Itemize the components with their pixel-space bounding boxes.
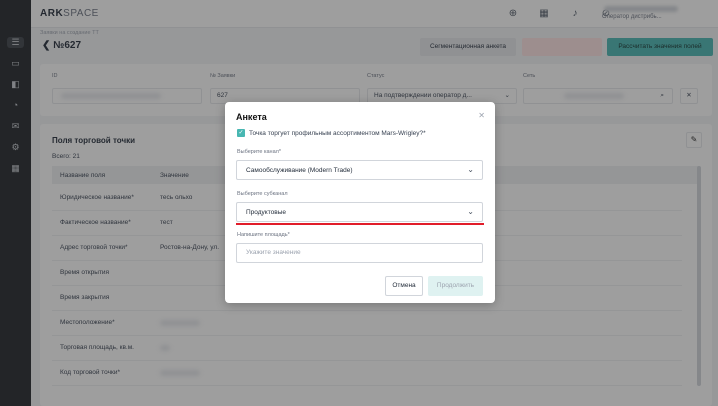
channel-select[interactable]: Самообслуживание (Modern Trade) ⌄ (236, 160, 483, 180)
channel-value: Самообслуживание (Modern Trade) (246, 167, 353, 174)
cancel-button[interactable]: Отмена (385, 276, 423, 296)
subchannel-select[interactable]: Продуктовые ⌄ (236, 202, 483, 222)
area-label: Напишите площадь* (237, 232, 290, 238)
chevron-down-icon: ⌄ (467, 207, 474, 216)
questionnaire-modal: Анкета ✕ ✓ Точка торгует профильным ассо… (225, 102, 495, 303)
assortment-checkbox-label: Точка торгует профильным ассортиментом M… (249, 130, 426, 137)
subchannel-value: Продуктовые (246, 209, 286, 216)
area-input[interactable]: Укажите значение (236, 243, 483, 263)
chevron-down-icon: ⌄ (467, 165, 474, 174)
continue-button[interactable]: Продолжить (428, 276, 483, 296)
modal-title: Анкета (236, 112, 267, 122)
subchannel-label: Выберите субканал (237, 191, 288, 197)
highlight-underline (236, 223, 484, 225)
channel-label: Выберите канал* (237, 149, 281, 155)
assortment-checkbox[interactable]: ✓ (237, 129, 245, 137)
close-icon[interactable]: ✕ (478, 111, 485, 120)
